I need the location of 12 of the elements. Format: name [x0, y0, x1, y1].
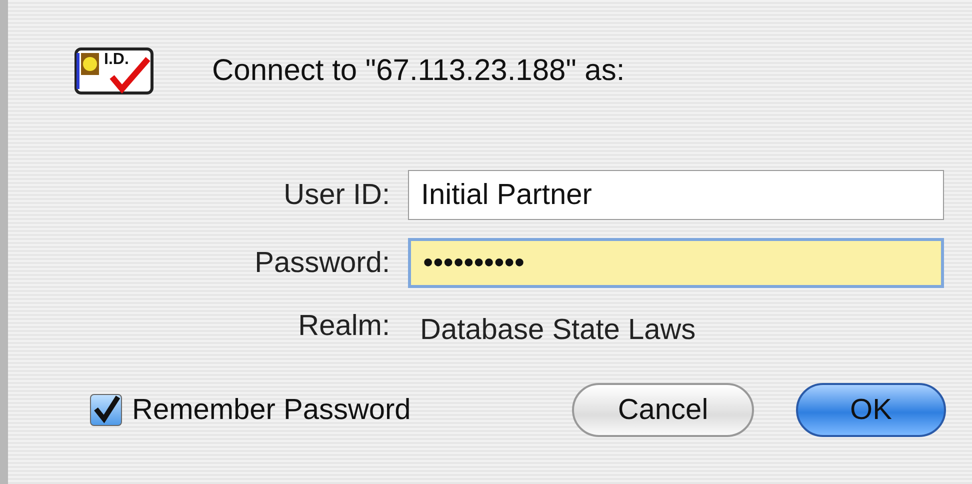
- checkbox[interactable]: [90, 394, 122, 426]
- realm-label: Realm:: [297, 310, 390, 343]
- cancel-button[interactable]: Cancel: [572, 383, 754, 437]
- input-field[interactable]: Initial Partner: [408, 170, 944, 220]
- field-label: Password:: [254, 246, 390, 280]
- checkbox-label[interactable]: Remember Password: [132, 394, 411, 426]
- id-card-icon: I.D.: [74, 47, 154, 95]
- dialog-title: Connect to "67.113.23.188" as:: [212, 54, 625, 88]
- realm-value: Database State Laws: [419, 314, 697, 347]
- ok-button[interactable]: OK: [796, 383, 946, 437]
- input-field[interactable]: ••••••••••: [408, 238, 944, 288]
- field-label: User ID:: [282, 178, 390, 212]
